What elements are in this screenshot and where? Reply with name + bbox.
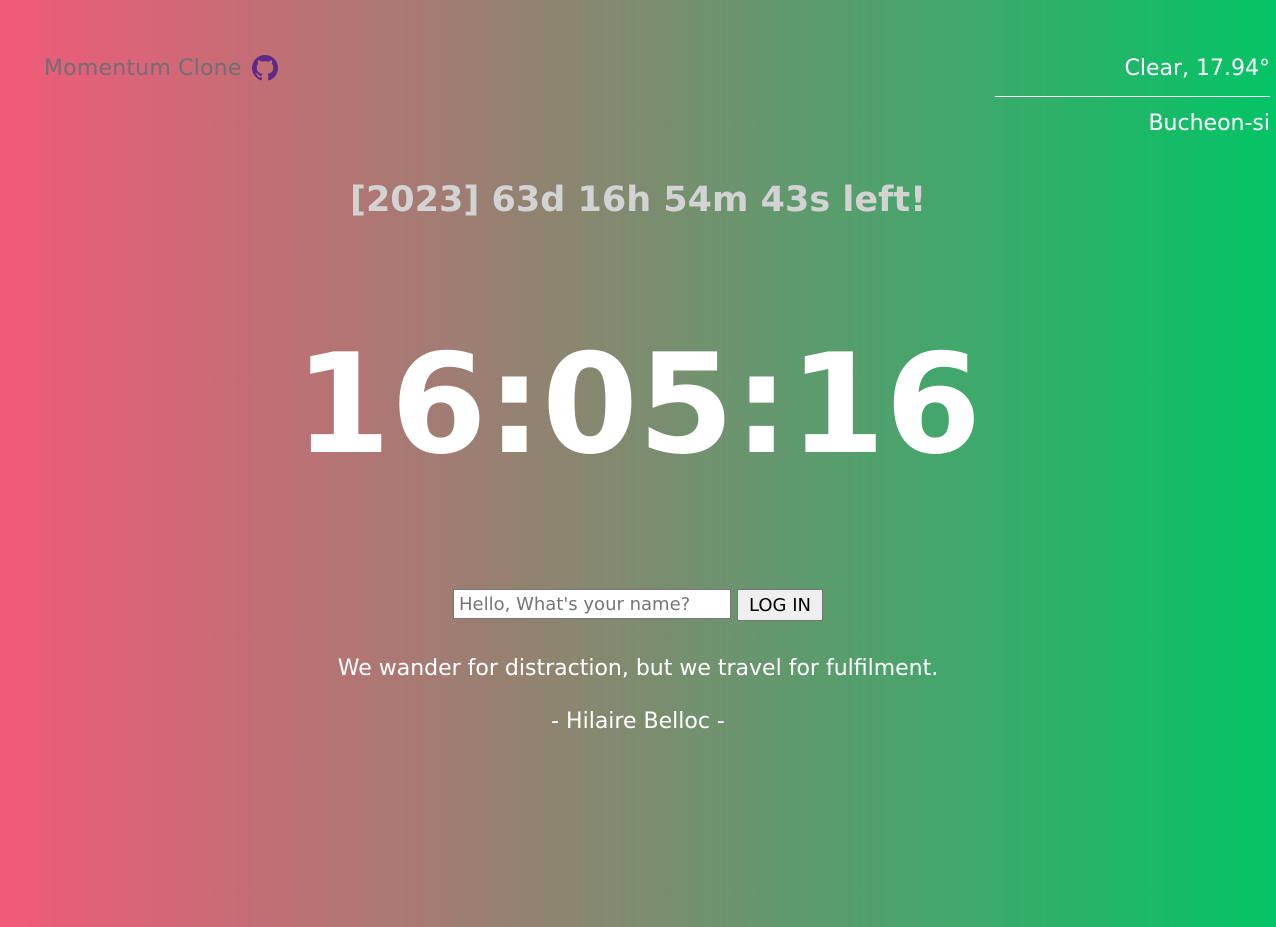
weather-city: Bucheon-si — [1148, 111, 1270, 136]
weather-widget: Clear, 17.94° Bucheon-si — [995, 54, 1270, 139]
quote-author: - Hilaire Belloc - — [551, 709, 725, 734]
login-button[interactable]: LOG IN — [737, 589, 823, 621]
github-icon[interactable] — [251, 55, 278, 81]
weather-description: Clear, 17.94° — [995, 54, 1270, 97]
brand-header: Momentum Clone — [44, 55, 278, 81]
dday-countdown: [2023] 63d 16h 54m 43s left! — [349, 180, 927, 220]
quote-text: We wander for distraction, but we travel… — [337, 656, 939, 681]
brand-link[interactable]: Momentum Clone — [44, 56, 242, 81]
login-form: LOG IN — [0, 589, 1276, 621]
clock: 16:05:16 — [294, 324, 982, 485]
name-input[interactable] — [453, 589, 731, 619]
